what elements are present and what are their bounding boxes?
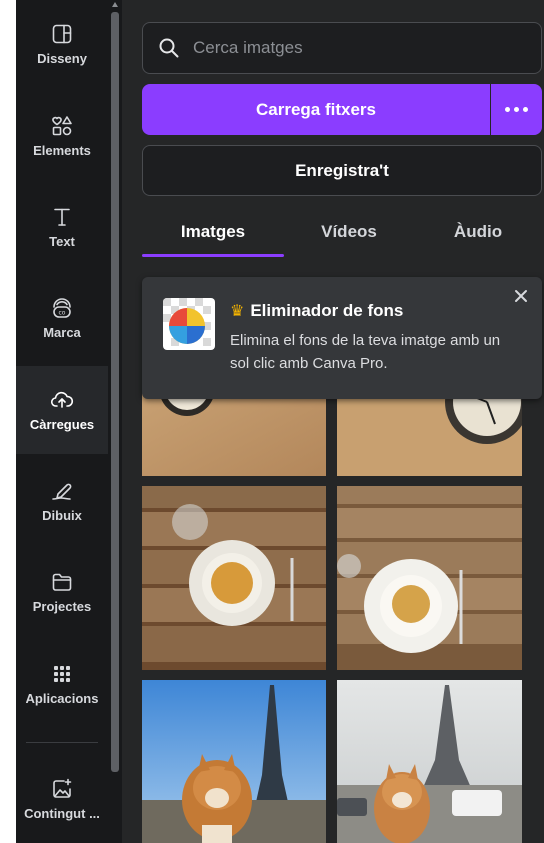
search-icon: [159, 38, 179, 58]
crown-icon: ♛: [230, 303, 245, 320]
scrollbar-thumb[interactable]: [111, 12, 119, 772]
pasta-image: [142, 486, 326, 670]
close-promo-button[interactable]: [512, 287, 530, 305]
close-icon: [515, 290, 527, 302]
scroll-up-arrow-icon[interactable]: [112, 2, 118, 7]
sidebar-item-label: Text: [49, 234, 75, 249]
apps-grid-icon: [54, 666, 70, 682]
tab-images[interactable]: Imatges: [142, 210, 284, 254]
beach-ball-icon: [163, 298, 215, 350]
upload-more-button[interactable]: [491, 84, 542, 135]
dog-eiffel-image: [337, 680, 522, 843]
sidebar-item-brand[interactable]: co Marca: [16, 274, 108, 362]
rail-scrollbar[interactable]: [108, 0, 122, 843]
upload-files-button[interactable]: Carrega fitxers: [142, 84, 490, 135]
layout-icon: [52, 24, 72, 44]
promo-image: [163, 298, 215, 350]
sidebar-item-uploads[interactable]: Càrregues: [16, 366, 108, 454]
record-yourself-button[interactable]: Enregistra't: [142, 145, 542, 196]
sidebar-item-draw[interactable]: Dibuix: [16, 457, 108, 545]
search-box[interactable]: [142, 22, 542, 74]
promo-title: ♛ Eliminador de fons: [230, 301, 403, 321]
rail-divider: [26, 742, 98, 743]
sidebar-item-projects[interactable]: Projectes: [16, 548, 108, 636]
sidebar-item-elements[interactable]: Elements: [16, 92, 108, 180]
gallery-image[interactable]: [142, 680, 326, 843]
sidebar-item-label: Marca: [43, 325, 81, 340]
tab-audio[interactable]: Àudio: [414, 210, 542, 254]
brand-icon: co: [53, 298, 71, 318]
sidebar-item-magic-content[interactable]: Contingut ...: [16, 755, 108, 843]
background-remover-promo: ♛ Eliminador de fons Elimina el fons de …: [142, 277, 542, 399]
media-tabs: Imatges Vídeos Àudio: [142, 210, 542, 258]
magic-image-icon: [53, 778, 72, 798]
sidebar-item-label: Elements: [33, 143, 91, 158]
dog-eiffel-image: [142, 680, 326, 843]
cloud-upload-icon: [50, 391, 74, 408]
sidebar-item-label: Càrregues: [29, 417, 95, 432]
pasta-image: [337, 486, 522, 670]
sidebar-item-apps[interactable]: Aplicacions: [16, 640, 108, 728]
sidebar-item-label: Disseny: [37, 51, 87, 66]
sidebar-item-label: Dibuix: [42, 508, 82, 523]
sidebar-item-label: Projectes: [32, 599, 92, 614]
promo-title-text: Eliminador de fons: [250, 301, 404, 320]
sidebar-item-label: Aplicacions: [25, 691, 99, 706]
sidebar-item-label: Contingut ...: [24, 806, 100, 821]
gallery-image[interactable]: [337, 486, 522, 670]
svg-text:co: co: [59, 310, 66, 317]
search-input[interactable]: [193, 38, 513, 58]
pen-icon: [52, 483, 72, 500]
sidebar-item-text[interactable]: Text: [16, 183, 108, 271]
side-rail: Disseny Elements Text co Marca Càrregues…: [16, 0, 108, 843]
gallery-image[interactable]: [337, 680, 522, 843]
folder-icon: [52, 573, 72, 591]
shapes-icon: [52, 116, 72, 136]
gallery-image[interactable]: [142, 486, 326, 670]
promo-description: Elimina el fons de la teva imatge amb un…: [230, 332, 501, 372]
upload-row: Carrega fitxers: [142, 84, 542, 135]
active-tab-indicator: [142, 254, 284, 257]
text-icon: [54, 208, 70, 226]
uploads-panel: Carrega fitxers Enregistra't Imatges Víd…: [122, 0, 544, 843]
sidebar-item-design[interactable]: Disseny: [16, 0, 108, 88]
image-gallery: [142, 380, 542, 843]
more-icon: [505, 107, 528, 112]
tab-videos[interactable]: Vídeos: [284, 210, 414, 254]
